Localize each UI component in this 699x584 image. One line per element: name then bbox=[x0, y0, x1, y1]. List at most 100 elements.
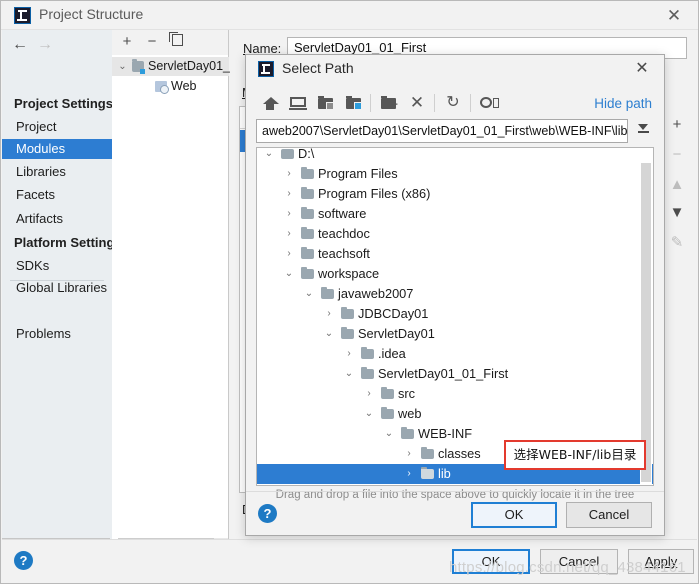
tree-node-src[interactable]: › src bbox=[257, 384, 653, 404]
edit-pencil-button[interactable]: ✎ bbox=[664, 230, 690, 256]
tree-node-servletday01-01-first[interactable]: ⌄ ServletDay01_01_First bbox=[257, 364, 653, 384]
move-up-button[interactable]: ▲ bbox=[664, 172, 690, 198]
intellij-idea-logo-icon bbox=[14, 7, 31, 24]
project-folder-icon[interactable] bbox=[342, 91, 366, 115]
folder-icon[interactable] bbox=[314, 91, 338, 115]
sidebar-item-artifacts[interactable]: Artifacts bbox=[2, 209, 112, 229]
back-arrow-icon[interactable]: ← bbox=[10, 36, 30, 54]
watermark-text: https://blog.csdn.net/qq_43844161 bbox=[449, 559, 686, 576]
tree-node-label: Program Files bbox=[318, 166, 398, 181]
tree-node-workspace[interactable]: ⌄ workspace bbox=[257, 264, 653, 284]
tree-node-teachsoft[interactable]: › teachsoft bbox=[257, 244, 653, 264]
tree-node-label: D:\ bbox=[298, 147, 315, 161]
chevron-right-icon[interactable]: › bbox=[283, 248, 295, 260]
download-arrow-icon[interactable] bbox=[632, 121, 654, 141]
select-path-footer: ? OK Cancel bbox=[246, 491, 664, 535]
remove-content-root-button[interactable]: − bbox=[664, 142, 690, 168]
tree-node-label: WEB-INF bbox=[418, 426, 473, 441]
scrollbar-thumb[interactable] bbox=[641, 163, 651, 482]
chevron-down-icon[interactable]: ⌄ bbox=[283, 268, 295, 280]
folder-icon bbox=[301, 267, 314, 279]
tree-node-label: web bbox=[398, 406, 422, 421]
tree-node-label: ServletDay01_01_First bbox=[378, 366, 509, 381]
chevron-right-icon[interactable]: › bbox=[363, 388, 375, 400]
path-input[interactable]: aweb2007\ServletDay01\ServletDay01_01_Fi… bbox=[256, 119, 628, 143]
chevron-right-icon[interactable]: › bbox=[403, 468, 415, 480]
select-path-ok-button[interactable]: OK bbox=[471, 502, 557, 528]
folder-icon bbox=[361, 367, 374, 379]
tree-node-label: workspace bbox=[318, 266, 380, 281]
folder-icon bbox=[381, 387, 394, 399]
tree-node-teachdoc[interactable]: › teachdoc bbox=[257, 224, 653, 244]
tree-node-javaweb2007[interactable]: ⌄ javaweb2007 bbox=[257, 284, 653, 304]
chevron-right-icon[interactable]: › bbox=[343, 348, 355, 360]
add-content-root-button[interactable]: + bbox=[664, 112, 690, 138]
path-row: aweb2007\ServletDay01\ServletDay01_01_Fi… bbox=[256, 119, 654, 143]
tree-node-label: teachdoc bbox=[318, 226, 370, 241]
sidebar-item-global-libraries[interactable]: Global Libraries bbox=[2, 278, 112, 298]
module-row-servletday01[interactable]: ⌄ ServletDay01_ bbox=[112, 57, 230, 76]
folder-icon bbox=[421, 447, 434, 459]
hide-path-link[interactable]: Hide path bbox=[594, 96, 652, 111]
chevron-right-icon[interactable]: › bbox=[283, 228, 295, 240]
folder-icon bbox=[301, 227, 314, 239]
chevron-down-icon[interactable]: ⌄ bbox=[323, 328, 335, 340]
folder-icon bbox=[421, 467, 434, 479]
sidebar-item-problems[interactable]: Problems bbox=[2, 324, 112, 344]
chevron-down-icon[interactable]: ⌄ bbox=[263, 148, 275, 160]
sidebar-item-facets[interactable]: Facets bbox=[2, 185, 112, 205]
tree-node-program-files[interactable]: › Program Files bbox=[257, 164, 653, 184]
home-icon[interactable] bbox=[258, 91, 282, 115]
desktop-icon[interactable] bbox=[286, 91, 310, 115]
copy-module-icon[interactable] bbox=[168, 32, 186, 51]
chevron-down-icon[interactable]: ⌄ bbox=[303, 288, 315, 300]
window-title: Project Structure bbox=[39, 6, 144, 22]
toolbar-divider bbox=[434, 94, 435, 112]
folder-icon bbox=[301, 167, 314, 179]
chevron-down-icon[interactable]: ⌄ bbox=[363, 408, 375, 420]
settings-sidebar: ← → Project Settings Platform Settings P… bbox=[2, 30, 122, 539]
remove-module-button[interactable]: − bbox=[143, 33, 161, 51]
sidebar-item-project[interactable]: Project bbox=[2, 117, 112, 137]
modules-list-pane: + − ⌄ ServletDay01_ Web bbox=[112, 30, 230, 539]
help-icon[interactable]: ? bbox=[258, 504, 277, 523]
chevron-right-icon[interactable]: › bbox=[283, 168, 295, 180]
tree-node-jdbcday01[interactable]: › JDBCDay01 bbox=[257, 304, 653, 324]
sidebar-item-sdks[interactable]: SDKs bbox=[2, 256, 112, 276]
close-icon[interactable]: ✕ bbox=[664, 6, 684, 26]
chevron-right-icon[interactable]: › bbox=[283, 208, 295, 220]
forward-arrow-icon[interactable]: → bbox=[35, 36, 55, 54]
new-folder-icon[interactable]: + bbox=[377, 91, 401, 115]
directory-tree[interactable]: ⌄ D:\ › Program Files › Program Files (x… bbox=[256, 147, 654, 486]
chevron-right-icon[interactable]: › bbox=[323, 308, 335, 320]
add-module-button[interactable]: + bbox=[118, 33, 136, 51]
move-down-button[interactable]: ▼ bbox=[664, 200, 690, 226]
module-row-web[interactable]: Web bbox=[112, 77, 229, 96]
refresh-icon[interactable]: ↻ bbox=[441, 91, 465, 115]
tree-node-label: Program Files (x86) bbox=[318, 186, 431, 201]
help-icon[interactable]: ? bbox=[14, 551, 33, 570]
sidebar-item-modules[interactable]: Modules bbox=[2, 139, 112, 159]
tree-node-program-files-x86[interactable]: › Program Files (x86) bbox=[257, 184, 653, 204]
select-path-cancel-button[interactable]: Cancel bbox=[566, 502, 652, 528]
delete-icon[interactable]: ✕ bbox=[405, 91, 429, 115]
show-hidden-icon[interactable] bbox=[477, 91, 501, 115]
sidebar-item-libraries[interactable]: Libraries bbox=[2, 162, 112, 182]
chevron-down-icon[interactable]: ⌄ bbox=[117, 61, 128, 72]
close-icon[interactable]: ✕ bbox=[632, 59, 652, 79]
tree-node-web[interactable]: ⌄ web bbox=[257, 404, 653, 424]
tree-node-software[interactable]: › software bbox=[257, 204, 653, 224]
tree-node-servletday01[interactable]: ⌄ ServletDay01 bbox=[257, 324, 653, 344]
chevron-right-icon[interactable]: › bbox=[403, 448, 415, 460]
modules-toolbar: + − bbox=[112, 30, 228, 55]
folder-icon bbox=[341, 327, 354, 339]
tree-node-label: teachsoft bbox=[318, 246, 370, 261]
sidebar-group-project-settings: Project Settings bbox=[14, 96, 113, 111]
chevron-right-icon[interactable]: › bbox=[283, 188, 295, 200]
tree-node-idea[interactable]: › .idea bbox=[257, 344, 653, 364]
chevron-down-icon[interactable]: ⌄ bbox=[383, 428, 395, 440]
tree-node-drive[interactable]: ⌄ D:\ bbox=[257, 147, 653, 164]
tree-vertical-scrollbar[interactable] bbox=[640, 149, 652, 484]
chevron-down-icon[interactable]: ⌄ bbox=[343, 368, 355, 380]
tree-node-label: lib bbox=[438, 466, 451, 481]
